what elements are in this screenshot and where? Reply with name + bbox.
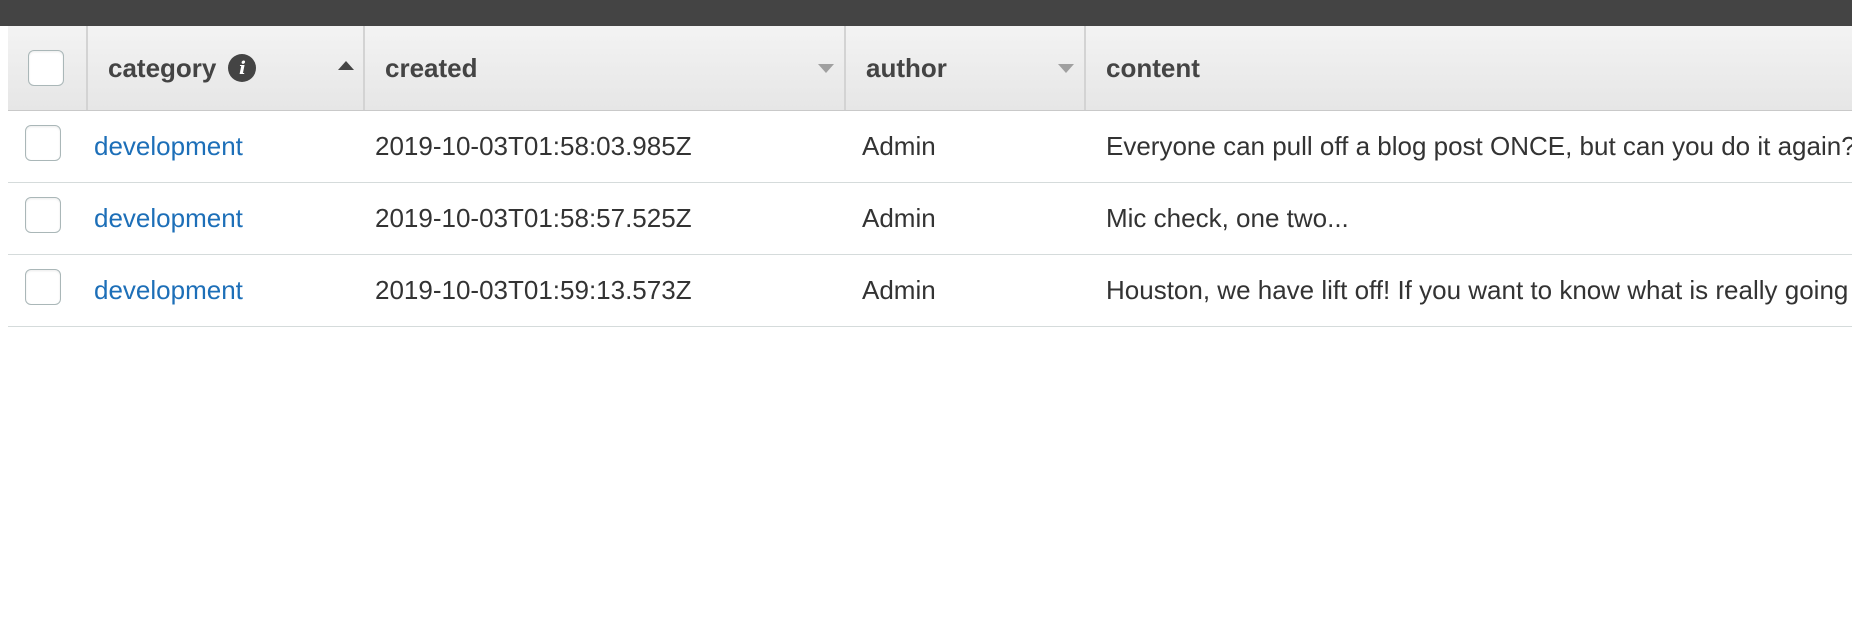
top-bar <box>0 0 1852 26</box>
sort-caret-down-icon[interactable] <box>1058 64 1074 73</box>
content-cell: Everyone can pull off a blog post ONCE, … <box>1106 131 1852 161</box>
created-cell: 2019-10-03T01:58:57.525Z <box>375 203 692 233</box>
table-row[interactable]: development 2019-10-03T01:58:57.525Z Adm… <box>8 182 1852 255</box>
column-label-content: content <box>1106 52 1200 83</box>
column-label-category: category <box>108 52 217 83</box>
author-cell: Admin <box>862 203 936 233</box>
column-header-created[interactable]: created <box>365 26 846 111</box>
posts-table: category i created author content develo… <box>8 26 1852 327</box>
category-link[interactable]: development <box>94 131 243 161</box>
row-select-checkbox[interactable] <box>25 197 61 233</box>
created-cell: 2019-10-03T01:59:13.573Z <box>375 275 692 305</box>
category-link[interactable]: development <box>94 275 243 305</box>
sort-caret-down-icon[interactable] <box>818 64 834 73</box>
author-cell: Admin <box>862 275 936 305</box>
column-header-content[interactable]: content <box>1086 26 1852 111</box>
column-label-created: created <box>385 52 478 83</box>
column-label-author: author <box>866 52 947 83</box>
row-select-checkbox[interactable] <box>25 269 61 305</box>
posts-table-container: category i created author content develo… <box>8 26 1852 626</box>
table-row[interactable]: development 2019-10-03T01:59:13.573Z Adm… <box>8 254 1852 327</box>
row-select-checkbox[interactable] <box>25 125 61 161</box>
content-cell: Mic check, one two... <box>1106 203 1349 233</box>
author-cell: Admin <box>862 131 936 161</box>
select-all-checkbox[interactable] <box>28 50 64 86</box>
content-cell: Houston, we have lift off! If you want t… <box>1106 275 1852 305</box>
info-icon[interactable]: i <box>228 54 257 82</box>
column-header-author[interactable]: author <box>846 26 1086 111</box>
select-all-header <box>8 26 88 111</box>
column-header-category[interactable]: category i <box>88 26 365 111</box>
sort-ascending-icon[interactable] <box>338 61 354 70</box>
category-link[interactable]: development <box>94 203 243 233</box>
table-header-row: category i created author content <box>8 26 1852 111</box>
table-row[interactable]: development 2019-10-03T01:58:03.985Z Adm… <box>8 110 1852 183</box>
created-cell: 2019-10-03T01:58:03.985Z <box>375 131 692 161</box>
